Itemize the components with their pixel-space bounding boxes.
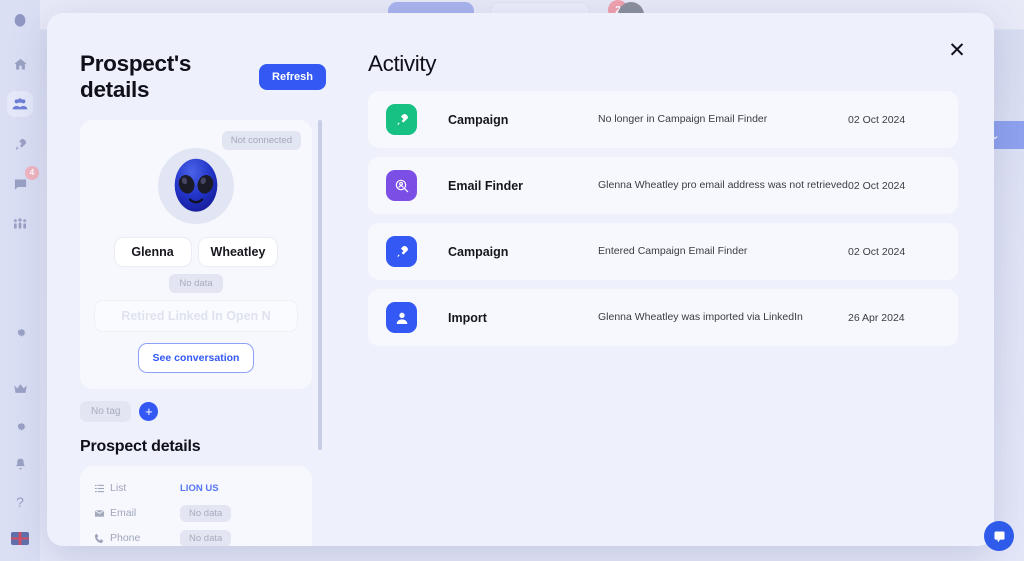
bell-icon — [15, 458, 25, 470]
activity-description: Entered Campaign Email Finder — [598, 244, 748, 257]
close-icon[interactable]: ✕ — [942, 35, 972, 65]
question-icon: ? — [16, 494, 24, 510]
table-row[interactable]: Campaign Entered Campaign Email Finder 0… — [368, 223, 958, 280]
detail-label-email: Email — [110, 507, 137, 519]
uk-flag-icon — [11, 531, 29, 545]
chat-icon — [994, 531, 1004, 542]
scrollbar-thumb[interactable] — [318, 120, 322, 450]
activity-name: Campaign — [448, 244, 509, 259]
rocket-icon — [386, 236, 417, 267]
left-scrollbar[interactable] — [318, 120, 322, 546]
rocket-icon — [386, 104, 417, 135]
envelope-icon — [94, 508, 110, 519]
table-row[interactable]: Campaign No longer in Campaign Email Fin… — [368, 91, 958, 148]
detail-value-phone: No data — [180, 529, 232, 546]
prospect-left-column: Prospect's details Refresh Not connected — [80, 51, 326, 546]
activity-date: 26 Apr 2024 — [848, 311, 905, 324]
prospect-details-modal: ✕ Prospect's details Refresh Not connect… — [47, 13, 994, 546]
people-icon — [12, 98, 28, 110]
activity-column: Activity Campaign No longer in Campaign … — [326, 51, 994, 546]
see-conversation-button[interactable]: See conversation — [137, 343, 255, 373]
sidebar-item-logo[interactable] — [7, 8, 33, 34]
crown-icon — [13, 383, 27, 393]
refresh-button[interactable]: Refresh — [259, 64, 326, 90]
sidebar-item-inbox[interactable]: 4 — [7, 166, 39, 197]
activity-title: Activity — [368, 51, 437, 76]
rocket-icon — [15, 138, 26, 150]
sidebar-item-campaigns[interactable] — [7, 131, 33, 157]
name-row: Glenna Wheatley — [94, 237, 298, 267]
gear-icon — [17, 328, 26, 337]
sidebar-item-upgrade[interactable] — [7, 375, 33, 401]
prospect-details-card: List LION US Email No data Phone No data — [80, 466, 312, 546]
activity-description: No longer in Campaign Email Finder — [598, 112, 768, 125]
prospect-summary-card: Not connected Glenna Wheatley No data Re… — [80, 120, 312, 389]
activity-description: Glenna Wheatley was imported via LinkedI… — [598, 310, 803, 323]
phone-icon — [94, 533, 110, 544]
tag-chip: No tag — [80, 401, 132, 422]
headline-field[interactable]: Retired Linked In Open N — [94, 300, 298, 332]
last-name-field[interactable]: Wheatley — [197, 237, 279, 267]
detail-label-list: List — [110, 482, 127, 494]
list-icon — [94, 483, 110, 494]
sidebar-item-language[interactable] — [7, 525, 33, 551]
title-row: Prospect's details Refresh — [80, 51, 326, 103]
sidebar-item-team[interactable] — [7, 211, 33, 237]
sidebar-item-help[interactable]: ? — [7, 489, 33, 515]
first-name-field[interactable]: Glenna — [113, 237, 192, 267]
sidebar-item-settings-top[interactable] — [7, 319, 33, 345]
company-field: No data — [169, 274, 223, 293]
detail-row-phone: Phone No data — [94, 528, 298, 546]
add-tag-button[interactable]: + — [139, 402, 159, 421]
prospect-details-title: Prospect details — [80, 438, 201, 455]
person-icon — [386, 302, 417, 333]
alien-icon — [14, 14, 26, 27]
email-finder-icon — [386, 170, 417, 201]
app-root: 2 ort ⌄ — [0, 0, 1024, 561]
status-badge: Not connected — [221, 131, 301, 150]
activity-date: 02 Oct 2024 — [848, 245, 906, 258]
table-row[interactable]: Import Glenna Wheatley was imported via … — [368, 289, 958, 346]
inbox-badge: 4 — [25, 166, 39, 180]
sidebar-item-settings-bottom[interactable] — [7, 413, 33, 439]
modal-body: Prospect's details Refresh Not connected — [47, 13, 994, 546]
activity-date: 02 Oct 2024 — [848, 113, 906, 126]
table-row[interactable]: Email Finder Glenna Wheatley pro email a… — [368, 157, 958, 214]
activity-date: 02 Oct 2024 — [848, 179, 906, 192]
detail-label-phone: Phone — [110, 532, 141, 544]
left-scroll-area[interactable]: Not connected Glenna Wheatley No data Re… — [80, 120, 326, 546]
sidebar-item-notifications[interactable] — [7, 451, 33, 477]
left-rail: 4 ? — [0, 0, 40, 561]
group-icon — [13, 218, 27, 229]
intercom-launcher-button[interactable] — [984, 521, 1014, 551]
detail-value-list[interactable]: LION US — [180, 483, 219, 494]
activity-description: Glenna Wheatley pro email address was no… — [598, 178, 848, 191]
sidebar-item-home[interactable] — [7, 51, 33, 77]
activity-name: Campaign — [448, 112, 509, 127]
page-title: Prospect's details — [80, 51, 192, 102]
detail-row-email: Email No data — [94, 503, 298, 523]
activity-name: Email Finder — [448, 178, 524, 193]
activity-name: Import — [448, 310, 487, 325]
sidebar-item-prospects[interactable] — [7, 91, 33, 117]
avatar — [158, 148, 234, 224]
home-icon — [13, 58, 27, 69]
gear-icon — [17, 422, 26, 431]
tag-row: No tag + — [80, 401, 312, 422]
alien-avatar-icon — [174, 158, 218, 212]
chat-icon — [14, 179, 26, 189]
detail-row-list: List LION US — [94, 478, 298, 498]
detail-value-email: No data — [180, 504, 232, 522]
